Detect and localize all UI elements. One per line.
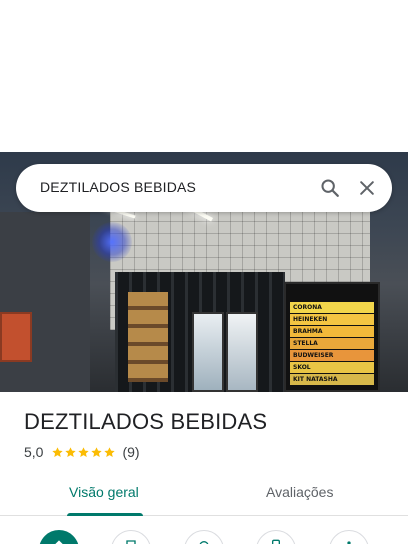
- menu-board-item: CORONA: [293, 304, 322, 311]
- menu-board-row: STELLA: [290, 338, 374, 349]
- directions-icon: [55, 540, 63, 544]
- menu-board-item: STELLA: [293, 340, 318, 347]
- photo-fridge: [192, 312, 224, 392]
- save-button[interactable]: [111, 530, 151, 544]
- rating-stars: [51, 446, 116, 459]
- star-icon: [78, 446, 90, 457]
- search-bar[interactable]: DEZTILADOS BEBIDAS: [16, 164, 392, 212]
- save-icon: [126, 540, 136, 544]
- photo-electrical-panel: [0, 312, 32, 362]
- active-tab-indicator: [67, 513, 143, 516]
- photo-menu-board: CORONA HEINEKEN BRAHMA STELLA BUDWEISER SKOL K…: [284, 282, 380, 392]
- place-tabs: Visão geral Avaliações: [0, 472, 408, 516]
- search-icon[interactable]: [318, 176, 342, 200]
- menu-board-item: BUDWEISER: [293, 352, 334, 359]
- close-icon[interactable]: [355, 176, 379, 200]
- search-query[interactable]: DEZTILADOS BEBIDAS: [40, 179, 196, 195]
- menu-board-item: SKOL: [293, 364, 311, 371]
- menu-board-row: SKOL: [290, 362, 374, 373]
- rating-row[interactable]: 5,0 (9): [24, 444, 140, 460]
- share-icon: [347, 541, 351, 544]
- photo-blue-lamp: [92, 222, 132, 262]
- directions-button[interactable]: [39, 530, 79, 544]
- star-icon: [104, 446, 116, 457]
- send-to-phone-button[interactable]: [256, 530, 296, 544]
- action-buttons: [0, 518, 408, 544]
- menu-board-row: HEINEKEN: [290, 314, 374, 325]
- star-icon: [91, 446, 103, 457]
- place-title: DEZTILADOS BEBIDAS: [24, 409, 268, 434]
- nearby-button[interactable]: [184, 530, 224, 544]
- menu-board-row: BUDWEISER: [290, 350, 374, 361]
- star-icon: [65, 446, 77, 457]
- menu-board-item: HEINEKEN: [293, 316, 328, 323]
- menu-board-row: BRAHMA: [290, 326, 374, 337]
- rating-value: 5,0: [24, 444, 44, 460]
- review-count[interactable]: (9): [122, 444, 139, 460]
- share-button[interactable]: [329, 530, 369, 544]
- photo-wall: [0, 212, 90, 392]
- menu-board-item: KIT NATASHA: [293, 376, 338, 383]
- tab-overview[interactable]: Visão geral: [69, 484, 139, 500]
- menu-board-row: KIT NATASHA: [290, 374, 374, 385]
- photo-shelf: [128, 292, 168, 382]
- tab-reviews[interactable]: Avaliações: [266, 484, 333, 500]
- menu-board-item: BRAHMA: [293, 328, 323, 335]
- nearby-icon: [199, 541, 209, 544]
- send-to-phone-icon: [272, 539, 280, 544]
- photo-fridge: [226, 312, 258, 392]
- menu-board-row: CORONA: [290, 302, 374, 313]
- star-icon: [52, 446, 64, 457]
